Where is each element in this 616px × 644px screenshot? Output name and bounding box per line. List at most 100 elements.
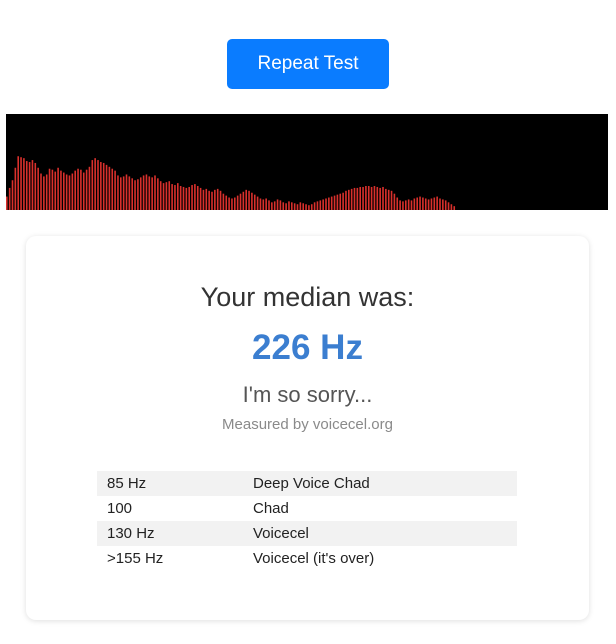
visualizer-bar <box>382 186 384 210</box>
visualizer-bar <box>23 158 25 210</box>
visualizer-bar <box>54 171 57 210</box>
visualizer-bar <box>296 204 299 210</box>
visualizer-bar <box>291 202 293 210</box>
visualizer-bar <box>196 186 199 210</box>
table-cell-label: Voicecel <box>253 525 309 542</box>
visualizer-bar <box>63 172 65 210</box>
table-cell-label: Chad <box>253 500 289 517</box>
visualizer-bar <box>390 190 393 210</box>
visualizer-bar <box>322 199 324 210</box>
visualizer-bar <box>102 162 105 210</box>
visualizer-bar <box>442 199 444 210</box>
visualizer-bar <box>405 200 407 210</box>
visualizer-bar <box>231 198 233 210</box>
visualizer-bar <box>97 160 99 210</box>
visualizer-bar <box>302 203 304 210</box>
visualizer-bar <box>125 174 128 210</box>
visualizer-bar <box>154 175 156 210</box>
visualizer-bar <box>385 188 387 210</box>
table-row: >155 Hz Voicecel (it's over) <box>97 546 517 571</box>
visualizer-bar <box>57 167 59 210</box>
visualizer-bar <box>31 160 34 210</box>
visualizer-bar <box>450 204 453 210</box>
result-card: Your median was: 226 Hz I'm so sorry... … <box>26 236 589 620</box>
visualizer-bar <box>131 178 133 210</box>
table-cell-label: Deep Voice Chad <box>253 475 370 492</box>
visualizer-bar <box>177 183 179 210</box>
table-cell-label: Voicecel (it's over) <box>253 550 375 567</box>
visualizer-bar <box>416 197 418 210</box>
visualizer-bar <box>393 193 396 210</box>
visualizer-bar <box>305 204 307 210</box>
visualizer-bar <box>253 194 256 210</box>
visualizer-bar <box>6 196 8 210</box>
visualizer-bar <box>43 176 45 210</box>
median-value: 226 Hz <box>252 328 363 367</box>
visualizer-bar <box>239 193 242 210</box>
visualizer-bar <box>134 180 136 210</box>
visualizer-bar <box>308 205 310 210</box>
visualizer-bar <box>285 203 287 210</box>
visualizer-bar <box>168 181 171 210</box>
visualizer-bar <box>208 190 210 210</box>
visualizer-bar <box>271 202 273 210</box>
visualizer-bar <box>319 200 322 210</box>
visualizer-bar <box>94 158 96 210</box>
visualizer-bar <box>139 177 142 210</box>
visualizer-bar <box>245 189 247 210</box>
visualizer-bar <box>120 177 122 210</box>
visualizer-bar <box>265 198 267 210</box>
visualizer-bar <box>122 176 125 210</box>
visualizer-bar <box>413 198 416 210</box>
visualizer-bar <box>194 184 196 210</box>
repeat-test-button[interactable]: Repeat Test <box>227 39 389 89</box>
visualizer-svg <box>6 156 456 210</box>
visualizer-bar <box>40 173 42 210</box>
table-row: 100 Chad <box>97 496 517 521</box>
table-cell-frequency: 85 Hz <box>107 475 147 492</box>
visualizer-bar <box>222 193 225 210</box>
visualizer-bar <box>353 187 356 210</box>
visualizer-bar <box>376 186 379 210</box>
credit-text: Measured by voicecel.org <box>222 416 393 433</box>
visualizer-bar <box>182 186 185 210</box>
visualizer-bar <box>179 186 182 210</box>
visualizer-bar <box>37 167 39 210</box>
visualizer-bar <box>14 167 17 210</box>
visualizer-bar <box>151 177 153 210</box>
verdict-text: I'm so sorry... <box>242 382 373 407</box>
visualizer-bar <box>276 199 279 210</box>
visualizer-bar <box>336 194 339 210</box>
median-label: Your median was: <box>200 282 415 312</box>
visualizer-bar <box>148 176 151 210</box>
visualizer-bar <box>251 192 253 210</box>
visualizer-bar <box>273 201 276 210</box>
visualizer-bar <box>379 187 381 210</box>
visualizer-bar <box>333 195 336 210</box>
visualizer-bar <box>191 185 193 210</box>
visualizer-bar <box>8 187 11 210</box>
visualizer-bar <box>51 169 54 210</box>
visualizer-bar <box>402 201 404 210</box>
visualizer-bar <box>77 168 79 210</box>
visualizer-bar <box>60 170 62 210</box>
reference-table: 85 Hz Deep Voice Chad 100 Chad 130 Hz Vo… <box>97 471 517 571</box>
visualizer-bar <box>216 188 219 210</box>
table-cell-frequency: >155 Hz <box>107 550 164 567</box>
visualizer-bar <box>436 196 438 210</box>
visualizer-bar <box>342 192 344 210</box>
visualizer-bar <box>359 186 361 210</box>
visualizer-bar <box>162 183 165 210</box>
visualizer-bar <box>288 201 290 210</box>
visualizer-bar <box>299 202 302 210</box>
visualizer-bar <box>17 156 19 210</box>
visualizer-bar <box>313 202 316 210</box>
visualizer-bar <box>350 188 353 210</box>
visualizer-bar <box>310 204 313 210</box>
visualizer-bar <box>427 199 430 210</box>
visualizer-bar <box>399 200 401 210</box>
visualizer-bar <box>407 199 410 210</box>
visualizer-bar <box>419 196 421 210</box>
visualizer-bar <box>205 188 208 210</box>
visualizer-bar <box>25 161 28 210</box>
